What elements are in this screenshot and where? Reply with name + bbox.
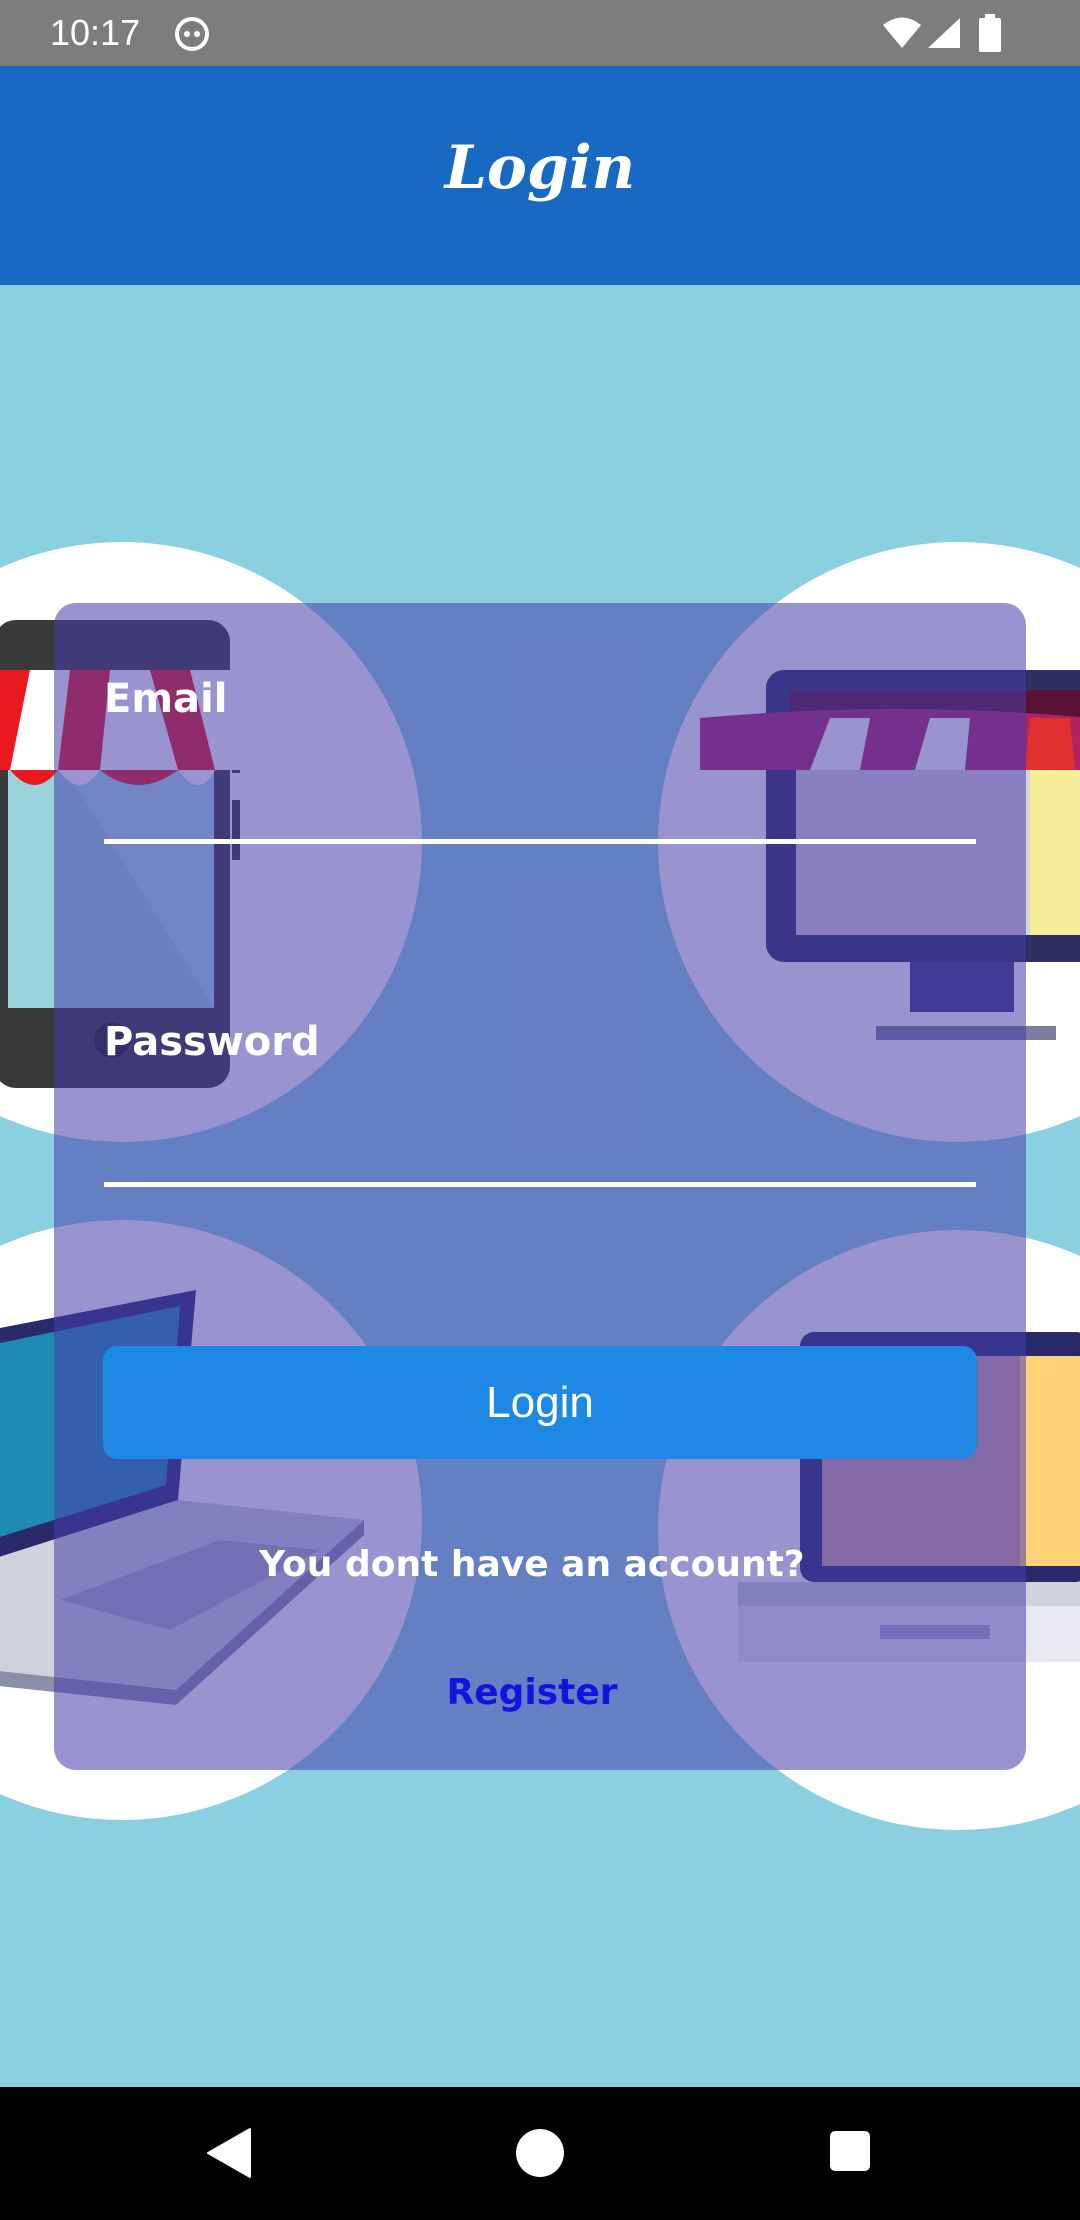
- android-debug-icon: [175, 17, 209, 51]
- page-title: Login: [444, 133, 636, 203]
- back-icon[interactable]: [206, 2127, 252, 2179]
- password-underline: [104, 1182, 976, 1187]
- email-field[interactable]: [104, 748, 976, 838]
- navigation-bar: [0, 2087, 1080, 2220]
- battery-icon: [979, 14, 1001, 52]
- password-field[interactable]: [104, 1092, 976, 1182]
- register-link[interactable]: Register: [0, 1668, 1072, 1718]
- wifi-icon: [883, 17, 921, 48]
- status-bar: 10:17: [0, 0, 1080, 66]
- home-icon[interactable]: [514, 2127, 566, 2179]
- login-button[interactable]: Login: [103, 1346, 977, 1459]
- status-time: 10:17: [50, 12, 141, 53]
- recents-icon[interactable]: [828, 2129, 872, 2173]
- email-label: Email: [104, 676, 228, 722]
- cell-signal-icon: [928, 18, 960, 48]
- no-account-text: You dont have an account?: [259, 1544, 805, 1585]
- email-underline: [104, 839, 976, 844]
- password-label: Password: [104, 1019, 320, 1065]
- app-bar: Login: [0, 66, 1080, 285]
